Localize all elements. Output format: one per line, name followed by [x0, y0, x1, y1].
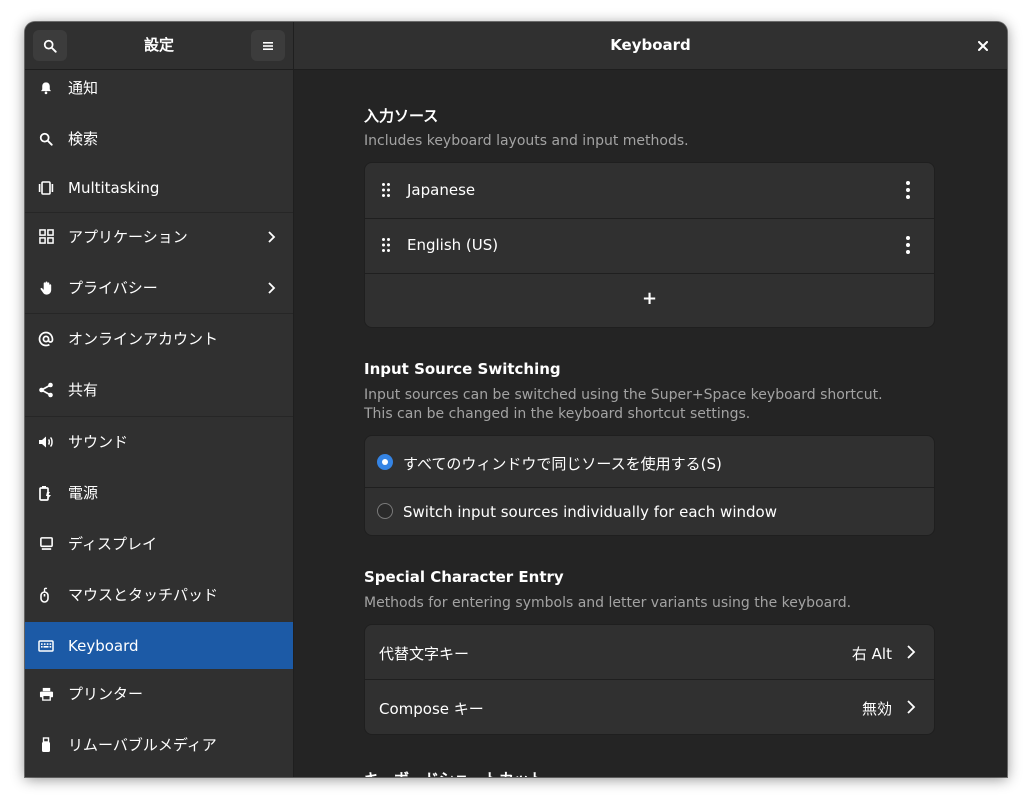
sidebar-item-label: マウスとタッチパッド — [68, 586, 219, 604]
monitor-icon — [38, 536, 54, 552]
mouse-icon — [38, 587, 54, 603]
sidebar-item-label: プライバシー — [68, 279, 158, 297]
option-same-source-label: すべてのウィンドウで同じソースを使用する(S) — [403, 455, 722, 473]
alternate-chars-key-label: 代替文字キー — [379, 645, 470, 663]
sidebar-item-label: 電源 — [68, 484, 99, 502]
hand-icon — [38, 280, 54, 296]
compose-key-label: Compose キー — [379, 700, 484, 718]
page-title: Keyboard — [610, 36, 691, 54]
battery-icon — [38, 485, 54, 501]
input-source-label: English (US) — [407, 236, 499, 254]
keyboard-icon — [38, 638, 54, 654]
content-pane: Keyboard 入力ソース Includes keyboard layouts… — [294, 22, 1007, 777]
sidebar-list: 通知 検索 Multitasking アプリケーション プライバシー オンライン… — [25, 70, 293, 777]
at-icon — [38, 331, 54, 347]
sidebar-item-displays[interactable]: ディスプレイ — [25, 520, 293, 567]
apps-grid-icon — [38, 229, 54, 245]
search-icon — [38, 131, 54, 147]
special-title: Special Character Entry — [364, 568, 564, 586]
sidebar-item-label: Multitasking — [68, 178, 160, 197]
input-sources-list: Japanese English (US) + — [364, 162, 935, 328]
chevron-right-icon — [907, 645, 916, 659]
radio-individual[interactable] — [377, 503, 393, 519]
switching-options: すべてのウィンドウで同じソースを使用する(S) Switch input sou… — [364, 435, 935, 536]
sidebar-item-label: 通知 — [68, 79, 99, 97]
input-source-row[interactable]: English (US) — [365, 219, 934, 273]
switching-description-2: This can be changed in the keyboard shor… — [364, 406, 751, 422]
input-source-label: Japanese — [407, 181, 476, 199]
special-description: Methods for entering symbols and letter … — [364, 595, 852, 611]
sidebar-header: 設定 — [25, 22, 293, 70]
search-button[interactable] — [33, 30, 67, 61]
alternate-chars-key-row[interactable]: 代替文字キー 右 Alt — [365, 625, 934, 679]
printer-icon — [38, 686, 54, 702]
sidebar-item-applications[interactable]: アプリケーション — [25, 213, 293, 260]
content-header: Keyboard — [294, 22, 1007, 70]
drag-handle-icon[interactable] — [382, 183, 390, 197]
sidebar-item-notifications[interactable]: 通知 — [25, 64, 293, 111]
shortcuts-title: キーボードショートカット — [364, 768, 544, 777]
sidebar-item-multitasking[interactable]: Multitasking — [25, 164, 293, 211]
multitasking-icon — [38, 180, 54, 196]
sidebar-item-label: アプリケーション — [68, 228, 188, 246]
add-icon: + — [641, 288, 658, 309]
input-sources-title: 入力ソース — [364, 107, 439, 125]
sidebar-item-search[interactable]: 検索 — [25, 115, 293, 162]
sidebar-item-label: サウンド — [68, 433, 129, 451]
sidebar-item-removable-media[interactable]: リムーバブルメディア — [25, 721, 293, 768]
compose-key-row[interactable]: Compose キー 無効 — [365, 680, 934, 734]
sidebar-item-label: 検索 — [68, 130, 99, 148]
sidebar-item-keyboard[interactable]: Keyboard — [25, 622, 293, 669]
search-icon — [43, 39, 57, 53]
bell-icon — [38, 80, 54, 96]
settings-window: 設定 通知 検索 Multitasking アプリケーション プライバシー オン… — [25, 22, 1007, 777]
input-source-row[interactable]: Japanese — [365, 163, 934, 218]
sidebar-item-label: プリンター — [68, 685, 144, 703]
chevron-right-icon — [263, 280, 279, 296]
chevron-right-icon — [263, 229, 279, 245]
sidebar-separator — [25, 416, 293, 417]
chevron-right-icon — [907, 700, 916, 714]
switching-description-1: Input sources can be switched using the … — [364, 387, 883, 403]
sidebar-item-privacy[interactable]: プライバシー — [25, 264, 293, 311]
sidebar: 設定 通知 検索 Multitasking アプリケーション プライバシー オン… — [25, 22, 294, 777]
compose-key-value: 無効 — [861, 700, 892, 718]
close-button[interactable] — [971, 34, 995, 58]
special-char-list: 代替文字キー 右 Alt Compose キー 無効 — [364, 624, 935, 735]
sidebar-separator — [25, 313, 293, 314]
sidebar-item-label: Keyboard — [68, 636, 139, 655]
option-individual-label: Switch input sources individually for ea… — [403, 503, 777, 521]
radio-row-individual[interactable]: Switch input sources individually for ea… — [365, 488, 934, 535]
sidebar-item-label: ディスプレイ — [68, 535, 157, 553]
sidebar-item-sharing[interactable]: 共有 — [25, 366, 293, 413]
sidebar-item-label: 共有 — [68, 381, 99, 399]
hamburger-menu-icon — [263, 41, 273, 50]
share-icon — [38, 382, 54, 398]
sidebar-item-label: リムーバブルメディア — [68, 736, 217, 754]
drag-handle-icon[interactable] — [382, 238, 390, 252]
radio-row-same-source[interactable]: すべてのウィンドウで同じソースを使用する(S) — [365, 436, 934, 487]
switching-title: Input Source Switching — [364, 360, 561, 378]
usb-icon — [38, 736, 54, 753]
speaker-icon — [38, 434, 54, 450]
input-sources-description: Includes keyboard layouts and input meth… — [364, 133, 689, 149]
more-options-icon[interactable] — [906, 181, 910, 199]
sidebar-item-online-accounts[interactable]: オンラインアカウント — [25, 315, 293, 362]
more-options-icon[interactable] — [906, 236, 910, 254]
sidebar-item-label: オンラインアカウント — [68, 330, 219, 348]
alternate-chars-key-value: 右 Alt — [851, 645, 892, 663]
radio-same-source[interactable] — [377, 454, 393, 470]
sidebar-item-sound[interactable]: サウンド — [25, 418, 293, 465]
close-icon — [978, 41, 988, 51]
sidebar-item-mouse-touchpad[interactable]: マウスとタッチパッド — [25, 571, 293, 618]
sidebar-title: 設定 — [143, 36, 174, 54]
sidebar-item-printers[interactable]: プリンター — [25, 670, 293, 717]
main-menu-button[interactable] — [251, 30, 285, 61]
sidebar-item-power[interactable]: 電源 — [25, 469, 293, 516]
settings-scroll-area[interactable]: 入力ソース Includes keyboard layouts and inpu… — [294, 70, 1007, 777]
add-input-source-button[interactable]: + — [365, 274, 934, 327]
